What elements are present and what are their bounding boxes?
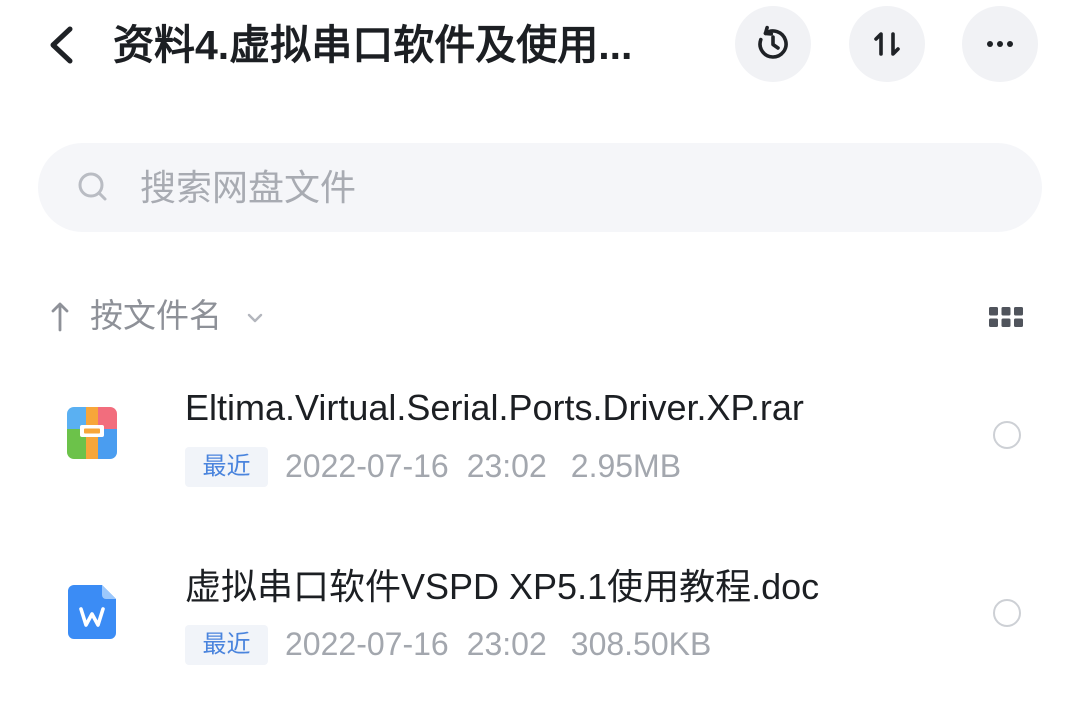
file-date: 2022-07-16 bbox=[285, 626, 449, 662]
select-radio[interactable] bbox=[993, 421, 1021, 449]
sort-label: 按文件名 bbox=[90, 297, 222, 334]
file-size: 308.50KB bbox=[570, 626, 712, 662]
history-icon bbox=[758, 25, 788, 59]
chevron-down-icon bbox=[247, 313, 263, 323]
file-name: Eltima.Virtual.Serial.Ports.Driver.XP.ra… bbox=[185, 387, 804, 428]
word-document-icon bbox=[68, 585, 116, 639]
rar-archive-icon bbox=[67, 407, 117, 459]
file-name: 虚拟串口软件VSPD XP5.1使用教程.doc bbox=[185, 566, 820, 607]
file-meta: 2022-07-16 23:02 308.50KB bbox=[285, 624, 711, 664]
more-horizontal-icon bbox=[987, 41, 1013, 47]
page-title: 资料4.虚拟串口软件及使用... bbox=[113, 22, 633, 68]
file-time: 23:02 bbox=[466, 626, 547, 662]
back-button[interactable] bbox=[36, 16, 92, 74]
search-bar[interactable] bbox=[38, 143, 1042, 232]
sort-arrows-icon bbox=[874, 32, 900, 56]
history-button[interactable] bbox=[735, 6, 811, 82]
search-input[interactable] bbox=[140, 143, 1000, 232]
file-time: 23:02 bbox=[466, 448, 547, 484]
select-radio[interactable] bbox=[993, 599, 1021, 627]
grid-view-icon bbox=[989, 307, 1023, 327]
search-icon bbox=[78, 172, 107, 201]
grid-view-toggle[interactable] bbox=[984, 302, 1028, 333]
file-row[interactable]: Eltima.Virtual.Serial.Ports.Driver.XP.ra… bbox=[0, 370, 1080, 500]
arrow-up-icon bbox=[51, 302, 69, 332]
more-button[interactable] bbox=[962, 6, 1038, 82]
file-meta: 2022-07-16 23:02 2.95MB bbox=[285, 446, 681, 486]
recent-badge: 最近 bbox=[185, 447, 268, 487]
sort-by-name-button[interactable]: 按文件名 bbox=[48, 292, 264, 340]
file-size: 2.95MB bbox=[570, 448, 682, 484]
file-row[interactable]: 虚拟串口软件VSPD XP5.1使用教程.doc 最近 2022-07-16 23… bbox=[0, 549, 1080, 679]
header: 资料4.虚拟串口软件及使用... bbox=[0, 0, 1080, 90]
recent-badge: 最近 bbox=[185, 625, 268, 665]
sort-button[interactable] bbox=[849, 6, 925, 82]
chevron-left-icon bbox=[50, 26, 73, 64]
file-date: 2022-07-16 bbox=[285, 448, 449, 484]
